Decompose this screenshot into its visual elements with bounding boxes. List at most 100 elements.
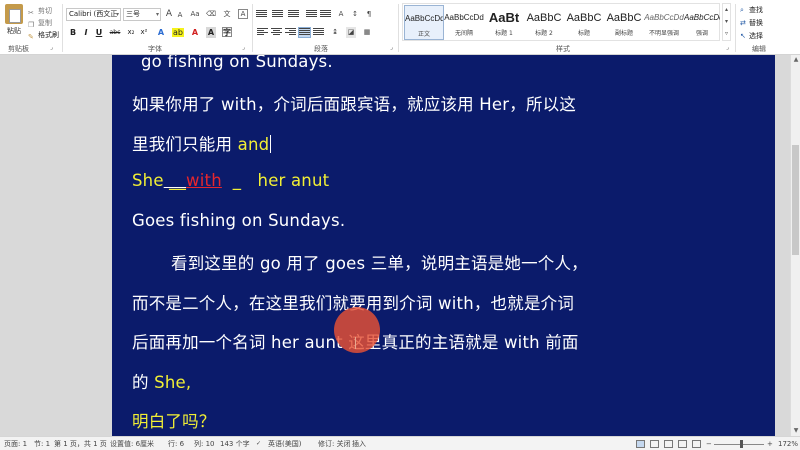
sort-icon[interactable]: ↕	[350, 9, 360, 20]
scroll-thumb[interactable]	[792, 145, 799, 255]
status-column[interactable]: 列: 10	[194, 439, 215, 449]
style-normal[interactable]: AaBbCcDd 正文	[404, 5, 444, 40]
line-spacing-icon[interactable]: ↨	[330, 27, 340, 38]
status-section[interactable]: 节: 1	[34, 439, 50, 449]
scroll-up-icon[interactable]: ▲	[791, 55, 800, 65]
doc-line-1[interactable]: go fishing on Sundays.	[141, 55, 333, 71]
full-screen-reading-icon[interactable]	[650, 440, 659, 448]
vertical-scrollbar[interactable]: ▲ ▼	[790, 55, 800, 436]
zoom-level[interactable]: 172%	[778, 439, 798, 449]
justify-icon[interactable]	[298, 27, 311, 38]
superscript-button[interactable]: x²	[139, 27, 149, 38]
doc-line-2[interactable]: 如果你用了 with，介词后面跟宾语，就应该用 Her，所以这	[132, 91, 576, 115]
styles-scroll[interactable]: ▴ ▾ ▿	[722, 3, 731, 41]
format-painter-button[interactable]: ✎ 格式刷	[28, 30, 59, 41]
numbering-icon[interactable]	[272, 10, 283, 19]
style-heading-2[interactable]: AaBbC 标题 2	[524, 5, 564, 40]
borders-icon[interactable]: ▦	[362, 27, 372, 38]
status-language[interactable]: 英语(美国)	[268, 439, 301, 449]
clear-format-icon[interactable]: ⌫	[206, 9, 216, 20]
show-marks-icon[interactable]: ¶	[364, 9, 374, 20]
distributed-icon[interactable]	[313, 28, 324, 37]
bullets-icon[interactable]	[256, 10, 267, 19]
find-button[interactable]: ⌕ 查找	[740, 5, 763, 16]
status-position[interactable]: 设置值: 6厘米	[110, 439, 154, 449]
align-right-icon[interactable]	[285, 28, 296, 37]
status-line[interactable]: 行: 6	[168, 439, 184, 449]
draft-view-icon[interactable]	[692, 440, 701, 448]
chevron-down-icon[interactable]: ▾	[156, 9, 159, 20]
style-heading-1[interactable]: AaBt 标题 1	[484, 5, 524, 40]
doc-line-6[interactable]: 看到这里的 go 用了 goes 三单，说明主语是她一个人，	[171, 250, 588, 274]
status-word-count[interactable]: 143 个字	[220, 439, 250, 449]
align-left-icon[interactable]	[257, 28, 268, 37]
status-revision[interactable]: 修订: 关闭	[318, 439, 351, 449]
increase-indent-icon[interactable]	[320, 10, 331, 19]
zoom-in-icon[interactable]: +	[767, 439, 773, 449]
chevron-down-icon[interactable]: ▾	[116, 9, 119, 20]
char-border-icon[interactable]: A	[238, 9, 248, 19]
style-subtitle[interactable]: AaBbC 副标题	[604, 5, 644, 40]
align-center-icon[interactable]	[271, 28, 282, 37]
styles-gallery: AaBbCcDd 正文 AaBbCcDd 无间隔 AaBt 标题 1 AaBbC…	[402, 3, 720, 41]
status-page-of[interactable]: 第 1 页，共 1 页	[54, 439, 107, 449]
copy-button[interactable]: ❐ 复制	[28, 18, 52, 29]
chevron-down-icon[interactable]: ▾	[725, 18, 728, 25]
shrink-font-button[interactable]: A	[175, 10, 185, 21]
more-icon[interactable]: ▿	[725, 30, 728, 37]
shading-icon[interactable]: ◪	[346, 27, 356, 38]
select-button[interactable]: ↖ 选择	[740, 31, 763, 42]
document-page[interactable]: go fishing on Sundays. 如果你用了 with，介词后面跟宾…	[112, 55, 775, 436]
style-emphasis[interactable]: AaBbCcDd 强调	[684, 5, 720, 40]
proofing-icon[interactable]: ✓	[256, 439, 261, 449]
italic-button[interactable]: I	[81, 27, 91, 38]
dialog-launcher-icon[interactable]: ⌟	[390, 44, 393, 51]
enclose-char-icon[interactable]: 字	[222, 27, 232, 37]
zoom-slider[interactable]	[714, 444, 764, 445]
font-size-box[interactable]: 三号 ▾	[123, 8, 161, 21]
outline-view-icon[interactable]	[678, 440, 687, 448]
decrease-indent-icon[interactable]	[306, 10, 317, 19]
change-case-icon[interactable]: Aa	[190, 9, 200, 20]
paste-button[interactable]: 粘贴	[3, 4, 25, 40]
status-insert-mode[interactable]: 插入	[352, 439, 366, 449]
zoom-slider-handle[interactable]	[740, 440, 743, 448]
grow-font-button[interactable]: A	[164, 9, 174, 20]
style-name: 副标题	[614, 30, 633, 37]
highlight-color-icon[interactable]: ab	[172, 27, 184, 38]
doc-line-4[interactable]: She __with _ her anut	[132, 171, 329, 190]
web-layout-icon[interactable]	[664, 440, 673, 448]
mouse-highlight-indicator	[334, 307, 380, 353]
doc-line-3[interactable]: 里我们只能用 and	[132, 131, 272, 155]
font-group-label: 字体	[148, 45, 162, 53]
style-no-spacing[interactable]: AaBbCcDd 无间隔	[444, 5, 484, 40]
scroll-down-icon[interactable]: ▼	[791, 426, 800, 436]
style-subtle-emphasis[interactable]: AaBbCcDd 不明显强调	[644, 5, 684, 40]
document-area[interactable]: go fishing on Sundays. 如果你用了 with，介词后面跟宾…	[0, 55, 790, 436]
print-layout-icon[interactable]	[636, 440, 645, 448]
replace-button[interactable]: ⇄ 替换	[740, 18, 763, 29]
subscript-button[interactable]: x₂	[126, 27, 136, 38]
doc-line-9[interactable]: 的 She,	[132, 369, 191, 393]
doc-line-10[interactable]: 明白了吗？	[132, 408, 216, 432]
strikethrough-button[interactable]: abc	[108, 27, 122, 38]
chevron-up-icon[interactable]: ▴	[725, 6, 728, 13]
cut-button[interactable]: ✂ 剪切	[28, 6, 52, 17]
font-color-icon[interactable]: A	[190, 27, 200, 38]
font-name-box[interactable]: Calibri (西文正 ▾	[66, 8, 121, 21]
status-page[interactable]: 页面: 1	[4, 439, 27, 449]
text-effects-icon[interactable]: A	[156, 27, 166, 38]
dialog-launcher-icon[interactable]: ⌟	[242, 44, 245, 51]
chinese-layout-icon[interactable]: A	[336, 9, 346, 20]
dialog-launcher-icon[interactable]: ⌟	[50, 44, 53, 51]
bold-button[interactable]: B	[68, 27, 78, 38]
multilevel-list-icon[interactable]	[288, 10, 299, 19]
phonetic-icon[interactable]: 文	[222, 9, 232, 20]
underline-button[interactable]: U	[94, 27, 104, 38]
style-title[interactable]: AaBbC 标题	[564, 5, 604, 40]
doc-line-5[interactable]: Goes fishing on Sundays.	[132, 211, 345, 230]
cursor-icon: ↖	[740, 32, 746, 40]
zoom-out-icon[interactable]: −	[706, 439, 712, 449]
char-shading-icon[interactable]: A	[206, 27, 216, 38]
dialog-launcher-icon[interactable]: ⌟	[726, 44, 729, 51]
